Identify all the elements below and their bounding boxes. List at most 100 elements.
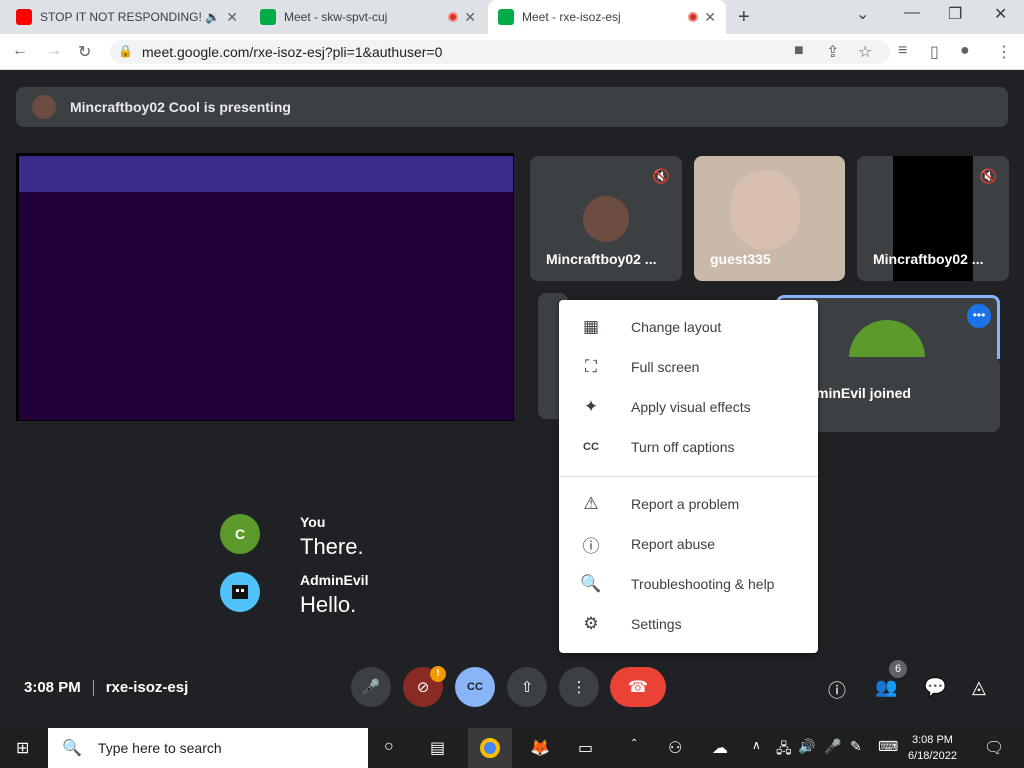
- presenting-text: Mincraftboy02 Cool is presenting: [70, 99, 291, 115]
- mic-off-icon: 🔇: [652, 168, 670, 184]
- url-text[interactable]: meet.google.com/rxe-isoz-esj?pli=1&authu…: [142, 44, 442, 60]
- avatar: [220, 572, 260, 612]
- cortana-icon[interactable]: ○: [384, 738, 394, 756]
- tab-youtube[interactable]: STOP IT NOT RESPONDING!! 🔉 ✕: [6, 0, 248, 34]
- alert-circle-icon: ⓘ: [582, 536, 600, 556]
- menu-item-report-abuse[interactable]: ⓘ Report abuse: [559, 524, 818, 564]
- menu-item-report-problem[interactable]: ⚠ Report a problem: [559, 484, 818, 524]
- activities-icon[interactable]: ◬: [972, 677, 986, 698]
- back-icon[interactable]: ←: [12, 42, 28, 60]
- close-window-icon[interactable]: ✕: [994, 4, 1007, 24]
- tab-meet-1[interactable]: Meet - skw-spvt-cuj ✕: [250, 0, 486, 34]
- tab-strip: STOP IT NOT RESPONDING!! 🔉 ✕ Meet - skw-…: [0, 0, 1024, 34]
- captions-button[interactable]: CC: [455, 667, 495, 707]
- lock-icon[interactable]: 🔒: [118, 44, 133, 58]
- taskbar-scroll-icon[interactable]: ⌃: [630, 738, 638, 749]
- layout-icon: ▦: [582, 317, 600, 336]
- keyboard-icon[interactable]: ⌨: [878, 738, 898, 755]
- terminal-icon[interactable]: ▭: [578, 738, 593, 758]
- mic-tray-icon[interactable]: 🎤: [824, 738, 841, 755]
- participant-tile[interactable]: 🔇 Mincraftboy02 ...: [530, 156, 682, 281]
- gear-icon: ⚙: [583, 614, 599, 633]
- audio-icon[interactable]: 🔉: [205, 10, 220, 24]
- caption-speaker: AdminEvil: [300, 572, 369, 588]
- people-icon[interactable]: 👥: [875, 677, 897, 698]
- address-bar[interactable]: 🔒 meet.google.com/rxe-isoz-esj?pli=1&aut…: [110, 40, 890, 64]
- camera-alert-badge: !: [430, 666, 446, 682]
- presenter-avatar: [32, 95, 56, 119]
- menu-item-turn-off-captions[interactable]: CC Turn off captions: [559, 427, 818, 467]
- presenting-banner: Mincraftboy02 Cool is presenting: [16, 87, 1008, 127]
- chrome-taskbar-button[interactable]: [468, 728, 512, 768]
- microphone-button[interactable]: 🎤: [351, 667, 391, 707]
- restore-icon[interactable]: ❐: [948, 4, 962, 24]
- chat-icon[interactable]: 💬: [924, 677, 946, 698]
- clock-date: 6/18/2022: [908, 750, 957, 762]
- troubleshoot-icon: 🔍: [580, 574, 602, 593]
- pen-icon[interactable]: ✎: [850, 738, 862, 755]
- tab-meet-2[interactable]: Meet - rxe-isoz-esj ✕: [488, 0, 726, 34]
- recording-icon: [448, 12, 459, 22]
- notifications-icon[interactable]: 🗨: [984, 738, 1004, 758]
- chrome-icon: [480, 738, 500, 758]
- mic-off-icon: 🔇: [979, 168, 997, 184]
- tab-search-icon[interactable]: ⌄: [856, 4, 869, 24]
- screen-share-view[interactable]: [16, 153, 514, 421]
- taskbar-clock[interactable]: 3:08 PM 6/18/2022: [908, 732, 957, 764]
- tab-title: Meet - skw-spvt-cuj: [284, 10, 388, 24]
- leave-call-button[interactable]: ☎: [610, 667, 666, 707]
- sparkle-icon: ✦: [583, 397, 599, 416]
- avatar: C: [220, 514, 260, 554]
- tab-title: STOP IT NOT RESPONDING!!: [40, 10, 202, 24]
- participant-tile-video[interactable]: guest335: [694, 156, 845, 281]
- menu-item-full-screen[interactable]: ⛶ Full screen: [559, 347, 818, 387]
- meeting-code: rxe-isoz-esj: [105, 679, 189, 696]
- windows-start-icon[interactable]: ⊞: [16, 738, 29, 758]
- new-tab-icon[interactable]: +: [738, 6, 750, 29]
- camera-icon[interactable]: ■: [794, 42, 804, 60]
- more-options-menu: ▦ Change layout ⛶ Full screen ✦ Apply vi…: [559, 300, 818, 653]
- bookmark-star-icon[interactable]: ☆: [858, 42, 872, 62]
- task-view-icon[interactable]: ▤: [430, 738, 445, 758]
- caption-text: There.: [300, 534, 364, 559]
- people-taskbar-icon[interactable]: ⚇: [668, 738, 682, 758]
- present-button[interactable]: ⇧: [507, 667, 547, 707]
- network-icon[interactable]: 🖧: [776, 738, 792, 762]
- weather-icon[interactable]: ☁: [712, 738, 728, 758]
- caption-entry: AdminEvil Hello.: [220, 572, 368, 618]
- fullscreen-icon: ⛶: [585, 357, 597, 376]
- close-tab-icon[interactable]: ✕: [464, 9, 476, 26]
- participant-tile[interactable]: 🔇 Mincraftboy02 ...: [857, 156, 1009, 281]
- meeting-details-icon[interactable]: ⓘ: [828, 677, 846, 703]
- caption-text: Hello.: [300, 592, 357, 617]
- participant-name: guest335: [710, 251, 771, 267]
- menu-item-visual-effects[interactable]: ✦ Apply visual effects: [559, 387, 818, 427]
- clock-time: 3:08 PM: [911, 734, 953, 746]
- feedback-icon: ⚠: [583, 494, 599, 513]
- close-tab-icon[interactable]: ✕: [226, 9, 238, 26]
- firefox-icon[interactable]: 🦊: [530, 738, 550, 758]
- forward-icon[interactable]: →: [46, 42, 62, 60]
- more-options-button[interactable]: ⋮: [559, 667, 599, 707]
- menu-item-change-layout[interactable]: ▦ Change layout: [559, 307, 818, 347]
- side-panel-icon[interactable]: ▯: [930, 42, 939, 62]
- media-control-icon[interactable]: ≡: [898, 42, 907, 60]
- caption-speaker: You: [300, 514, 326, 530]
- minimize-icon[interactable]: —: [904, 4, 920, 22]
- volume-icon[interactable]: 🔊: [798, 738, 815, 755]
- share-icon[interactable]: ⇪: [826, 42, 839, 62]
- tray-chevron-icon[interactable]: ∧: [752, 738, 761, 752]
- menu-item-troubleshooting[interactable]: 🔍 Troubleshooting & help: [559, 564, 818, 604]
- meeting-time: 3:08 PM: [24, 679, 81, 696]
- more-options-icon[interactable]: •••: [967, 304, 991, 328]
- reload-icon[interactable]: ↻: [78, 42, 91, 62]
- chrome-menu-icon[interactable]: ⋮: [996, 42, 1012, 62]
- taskbar-search[interactable]: 🔍 Type here to search: [48, 728, 368, 768]
- youtube-icon: [16, 9, 32, 25]
- profile-icon[interactable]: ●: [960, 42, 970, 60]
- menu-item-settings[interactable]: ⚙ Settings: [559, 604, 818, 644]
- search-placeholder: Type here to search: [97, 740, 222, 756]
- tab-title: Meet - rxe-isoz-esj: [522, 10, 621, 24]
- people-count-badge: 6: [889, 660, 907, 678]
- close-tab-icon[interactable]: ✕: [704, 9, 716, 26]
